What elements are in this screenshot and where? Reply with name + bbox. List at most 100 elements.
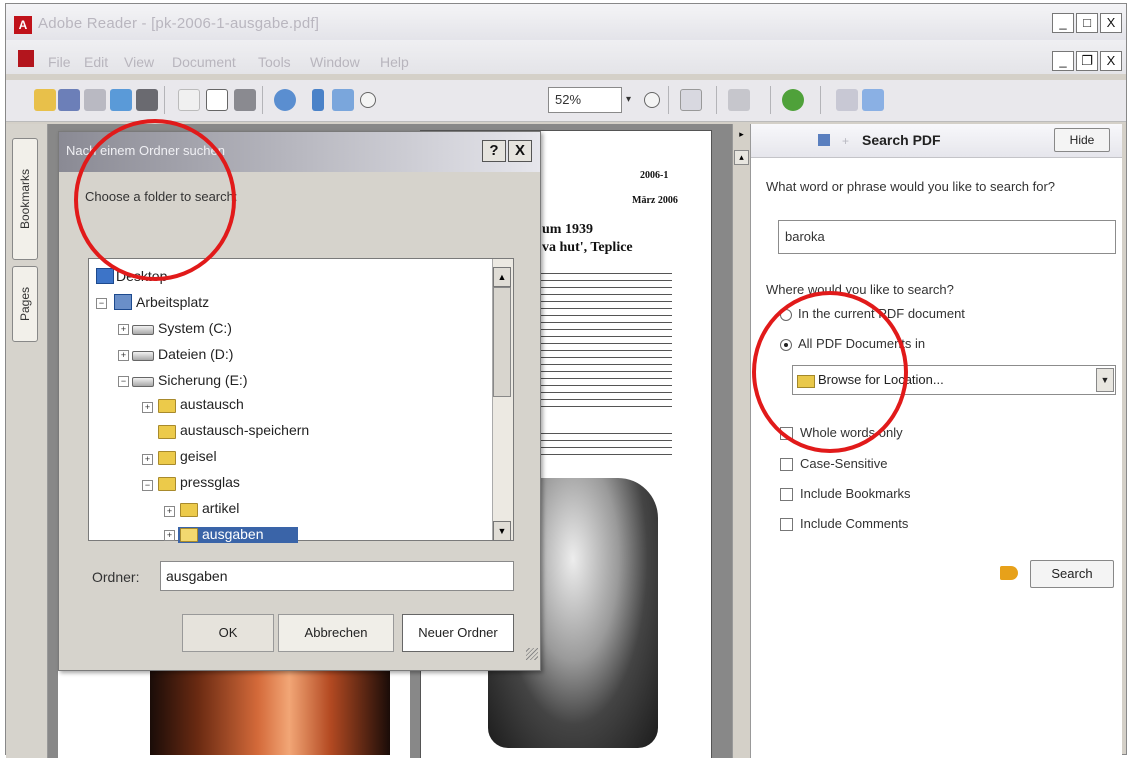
hand-tool-icon[interactable] — [178, 89, 200, 111]
expand-icon[interactable]: + — [118, 324, 129, 335]
menu-file[interactable]: File — [48, 54, 71, 70]
expand-icon[interactable]: + — [164, 506, 175, 517]
actual-size-icon[interactable] — [312, 89, 324, 111]
doc-heading-line2: va hut', Teplice — [542, 240, 633, 255]
computer-icon — [114, 294, 132, 310]
open-icon[interactable] — [34, 89, 56, 111]
menu-tools[interactable]: Tools — [258, 54, 291, 70]
folder-icon — [158, 451, 176, 465]
search-button[interactable]: Search — [1030, 560, 1114, 588]
find-binoculars-icon[interactable] — [136, 89, 158, 111]
tree-item-austausch[interactable]: austausch — [180, 396, 244, 412]
tree-item-artikel[interactable]: artikel — [202, 500, 239, 516]
expand-icon[interactable]: + — [142, 402, 153, 413]
cancel-button[interactable]: Abbrechen — [278, 614, 394, 652]
document-scrollbar[interactable]: ▸ ▴ — [732, 124, 750, 758]
location-select-value: Browse for Location... — [818, 372, 944, 387]
save-icon[interactable] — [58, 89, 80, 111]
tree-item-arbeitsplatz[interactable]: Arbeitsplatz — [136, 294, 209, 310]
doc-caption-text — [536, 430, 672, 460]
zoom-in-tool-icon[interactable] — [274, 89, 296, 111]
search-panel-title: Search PDF — [862, 132, 941, 148]
tree-scroll-up-icon[interactable]: ▲ — [493, 267, 511, 287]
tree-item-sicherung-e[interactable]: Sicherung (E:) — [158, 372, 247, 388]
resize-grip-icon[interactable] — [526, 648, 538, 660]
ok-button[interactable]: OK — [182, 614, 274, 652]
fit-width-icon[interactable] — [332, 89, 354, 111]
doc-minimize-button[interactable]: _ — [1052, 51, 1074, 71]
dialog-title: Nach einem Ordner suchen — [66, 143, 225, 158]
print-icon[interactable] — [84, 89, 106, 111]
checkbox-include-bookmarks[interactable] — [780, 488, 793, 501]
expand-icon[interactable]: + — [142, 454, 153, 465]
checkbox-case-sensitive[interactable] — [780, 458, 793, 471]
toolbar-separator — [668, 86, 669, 114]
help-icon[interactable] — [782, 89, 804, 111]
email-icon[interactable] — [110, 89, 132, 111]
hide-button[interactable]: Hide — [1054, 128, 1110, 152]
rotate-view-icon[interactable] — [680, 89, 702, 111]
scroll-up-arrow-icon[interactable]: ▴ — [734, 150, 749, 165]
search-panel-icon — [818, 134, 830, 146]
doc-header-date: März 2006 — [632, 195, 678, 206]
document-icon — [18, 50, 34, 67]
menu-window[interactable]: Window — [310, 54, 360, 70]
folder-open-icon — [180, 528, 198, 542]
menu-view[interactable]: View — [124, 54, 154, 70]
location-dropdown-arrow-icon[interactable]: ▼ — [1096, 368, 1114, 392]
maximize-button[interactable]: □ — [1076, 13, 1098, 33]
doc-header-number: 2006-1 — [640, 170, 669, 181]
tree-item-dateien-d[interactable]: Dateien (D:) — [158, 346, 233, 362]
snapshot-icon[interactable] — [234, 89, 256, 111]
search-arrow-icon — [1000, 566, 1018, 580]
zoom-input[interactable]: 52% — [548, 87, 622, 113]
tab-bookmarks[interactable]: Bookmarks — [12, 138, 38, 260]
checkbox-include-comments-label: Include Comments — [800, 516, 909, 531]
where-label: Where would you like to search? — [766, 282, 954, 297]
tree-scroll-thumb[interactable] — [493, 287, 511, 397]
dialog-close-button[interactable]: X — [508, 140, 532, 162]
collapse-icon[interactable]: − — [96, 298, 107, 309]
minimize-button[interactable]: _ — [1052, 13, 1074, 33]
zoom-in-icon[interactable] — [644, 92, 660, 108]
tab-pages[interactable]: Pages — [12, 266, 38, 342]
tree-item-pressglas[interactable]: pressglas — [180, 474, 240, 490]
radio-current-document[interactable] — [780, 309, 792, 321]
drive-icon — [132, 377, 154, 387]
tree-scroll-down-icon[interactable]: ▼ — [493, 521, 511, 541]
zoom-out-icon[interactable] — [360, 92, 376, 108]
folder-input[interactable]: ausgaben — [160, 561, 514, 591]
dialog-help-button[interactable]: ? — [482, 140, 506, 162]
tree-item-system-c[interactable]: System (C:) — [158, 320, 232, 336]
panel-toggle-arrow-icon[interactable]: ▸ — [734, 128, 749, 143]
tree-item-austausch-speichern[interactable]: austausch-speichern — [180, 422, 309, 438]
menu-document[interactable]: Document — [172, 54, 236, 70]
search-input[interactable]: baroka — [778, 220, 1116, 254]
folder-label: Ordner: — [92, 569, 140, 585]
expand-icon[interactable]: + — [118, 350, 129, 361]
menu-help[interactable]: Help — [380, 54, 409, 70]
adobe-online-icon[interactable] — [862, 89, 884, 111]
checkbox-whole-words[interactable] — [780, 427, 793, 440]
expand-icon[interactable]: + — [164, 530, 175, 541]
radio-all-documents[interactable] — [780, 339, 792, 351]
new-folder-button[interactable]: Neuer Ordner — [402, 614, 514, 652]
zoom-dropdown-chevron-icon[interactable]: ▾ — [626, 89, 638, 111]
tree-item-geisel[interactable]: geisel — [180, 448, 217, 464]
doc-restore-button[interactable]: ❐ — [1076, 51, 1098, 71]
orange-glass-photo — [150, 660, 390, 755]
collapse-icon[interactable]: − — [118, 376, 129, 387]
doc-close-button[interactable]: X — [1100, 51, 1122, 71]
checkbox-include-comments[interactable] — [780, 518, 793, 531]
adobe-reader-logo-icon: A — [14, 16, 32, 34]
toolbar-separator — [716, 86, 717, 114]
sign-icon[interactable] — [728, 89, 750, 111]
tree-item-ausgaben[interactable]: ausgaben — [202, 526, 264, 542]
drive-icon — [132, 325, 154, 335]
close-button[interactable]: X — [1100, 13, 1122, 33]
save-copy-icon[interactable] — [836, 89, 858, 111]
menu-edit[interactable]: Edit — [84, 54, 108, 70]
select-text-icon[interactable] — [206, 89, 228, 111]
collapse-icon[interactable]: − — [142, 480, 153, 491]
tree-item-desktop[interactable]: Desktop — [116, 268, 167, 284]
